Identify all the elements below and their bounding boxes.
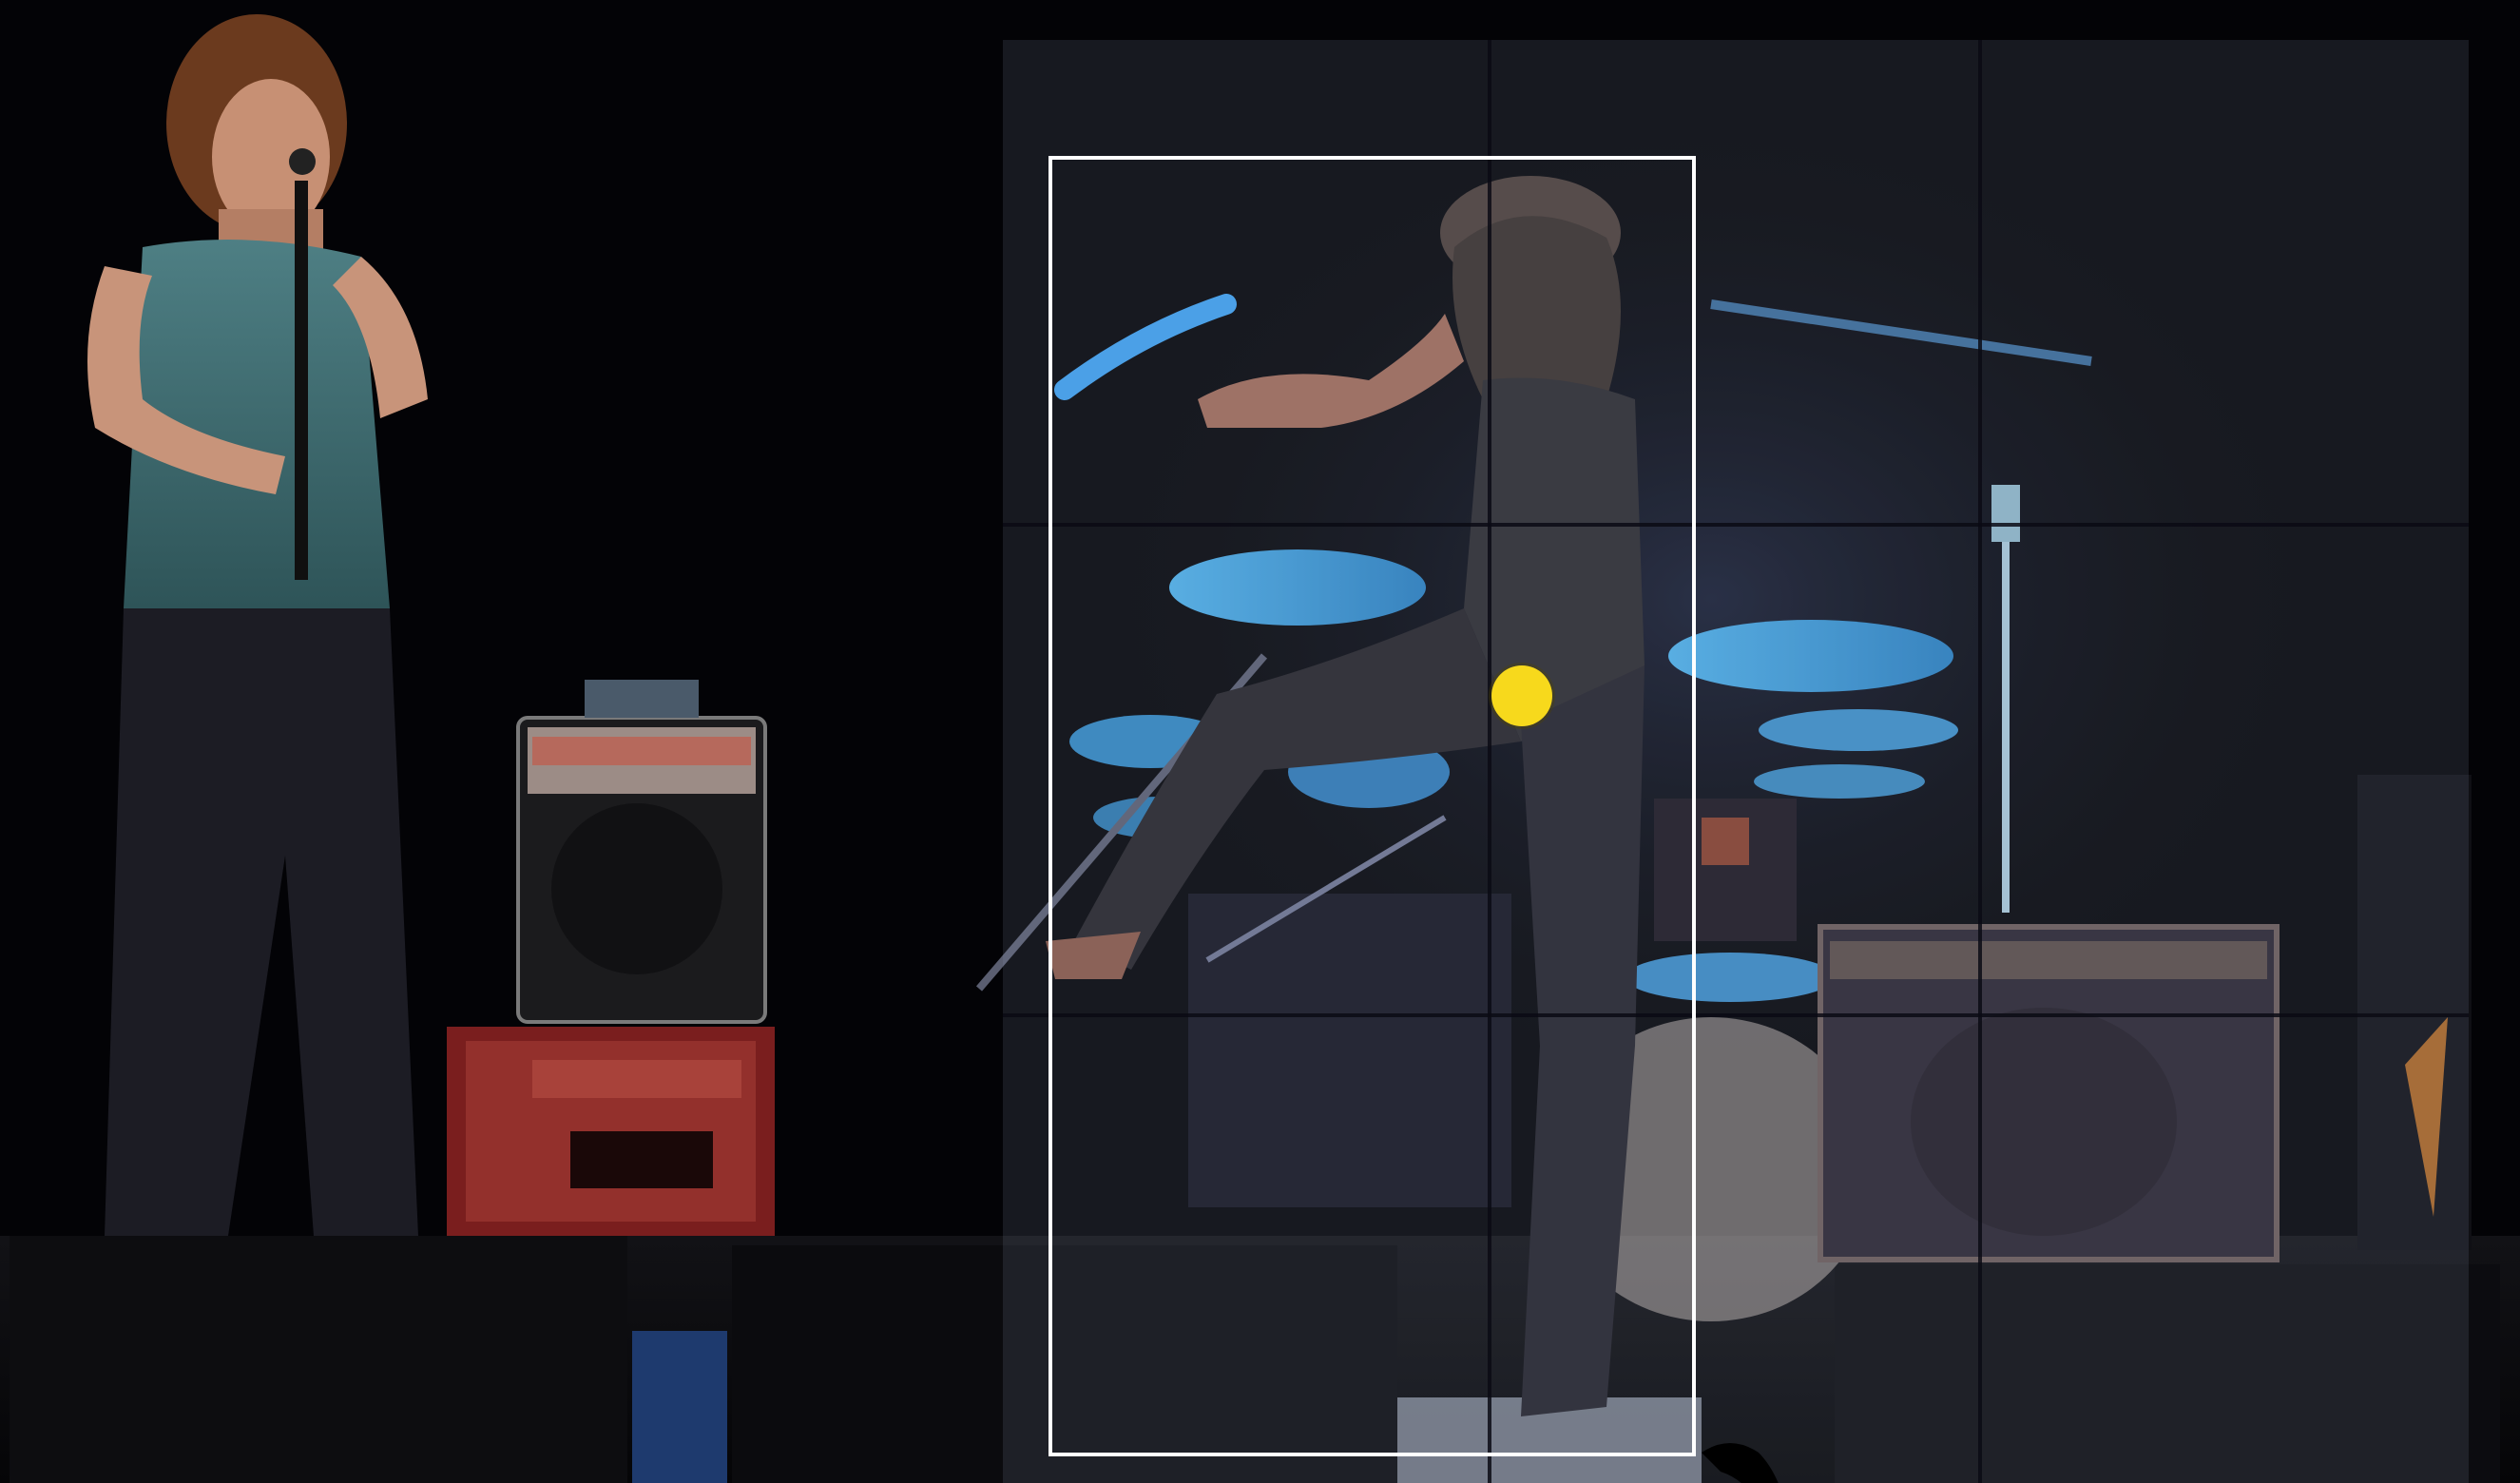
drag-handle-icon[interactable]	[1702, 1434, 1787, 1483]
grid-line-vertical	[1978, 40, 1982, 1483]
photo-canvas[interactable]	[0, 0, 2520, 1483]
selection-bounding-box[interactable]	[1048, 156, 1696, 1456]
center-point-marker[interactable]	[1491, 665, 1552, 726]
